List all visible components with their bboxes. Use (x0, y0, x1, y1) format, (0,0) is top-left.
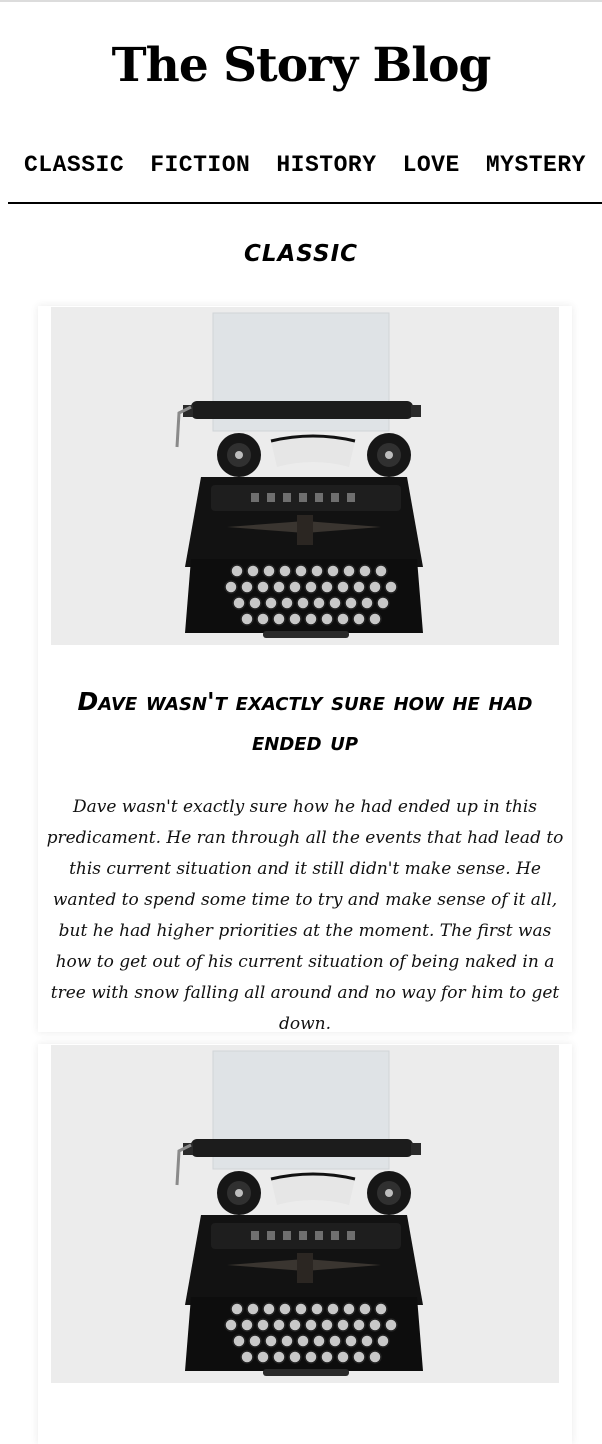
nav-item-love[interactable]: LOVE (403, 152, 460, 178)
nav-divider (8, 202, 602, 204)
site-title[interactable]: The Story Blog (0, 30, 602, 102)
post-title[interactable]: Dave wasn't exactly sure how he had ende… (38, 682, 572, 762)
post-card[interactable] (38, 1044, 572, 1444)
typewriter-photo-icon (51, 307, 559, 645)
post-image (51, 307, 559, 645)
nav-item-fiction[interactable]: FICTION (150, 152, 250, 178)
post-card[interactable]: Dave wasn't exactly sure how he had ende… (38, 306, 572, 1034)
post-excerpt: Dave wasn't exactly sure how he had ende… (46, 797, 564, 1034)
nav-item-mystery[interactable]: MYSTERY (486, 152, 586, 178)
post-image (51, 1045, 559, 1383)
top-border (0, 0, 602, 2)
section-title: CLASSIC (243, 241, 359, 267)
nav-item-history[interactable]: HISTORY (276, 152, 376, 178)
category-nav: CLASSIC FICTION HISTORY LOVE MYSTERY (8, 141, 602, 189)
nav-item-classic[interactable]: CLASSIC (24, 152, 124, 178)
typewriter-photo-icon (51, 1045, 559, 1383)
